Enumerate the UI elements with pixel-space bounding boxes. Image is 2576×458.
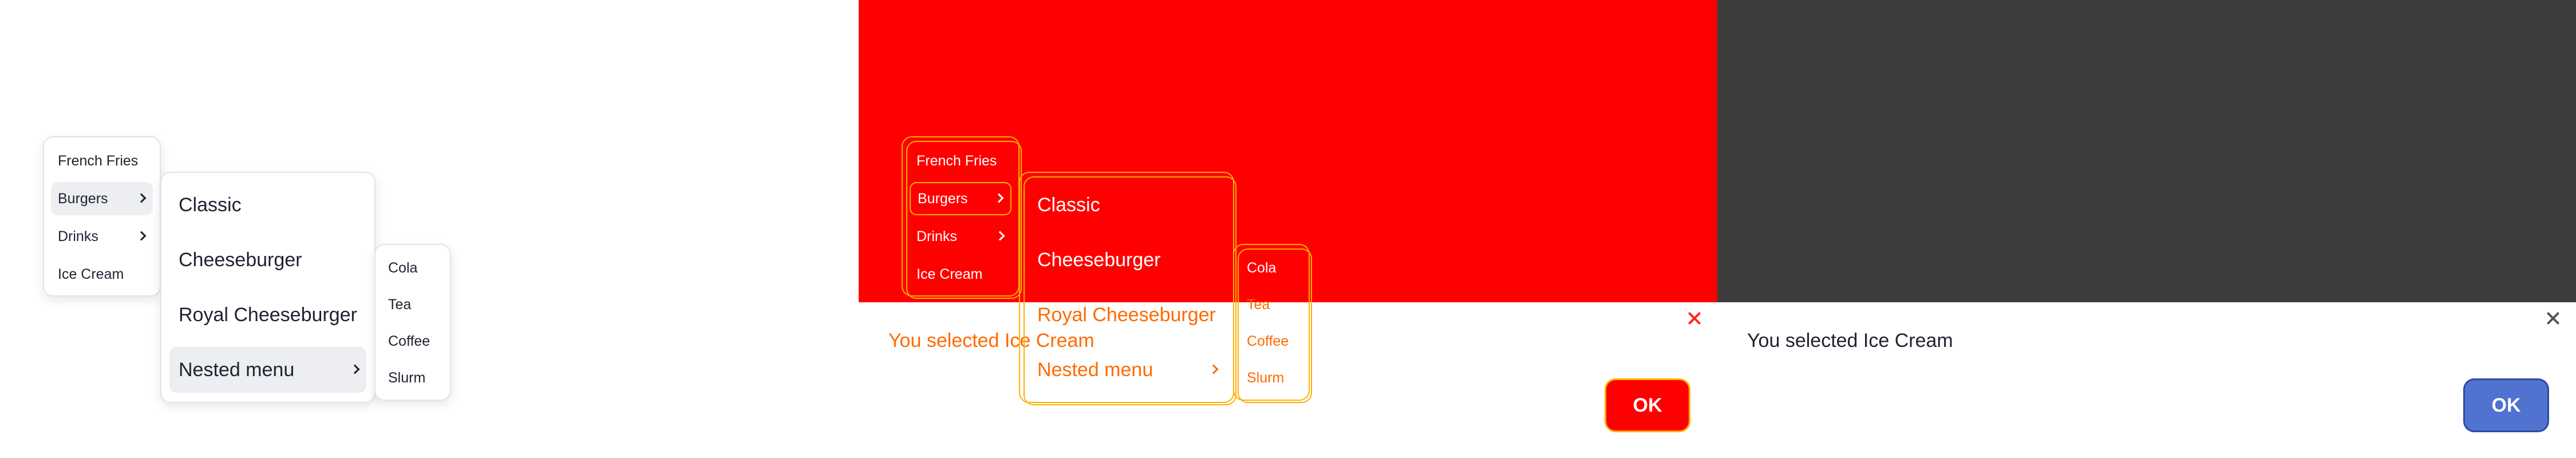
chevron-right-icon xyxy=(1208,364,1219,374)
menu-item-label: French Fries xyxy=(58,152,139,169)
submenu-item-label: Slurm xyxy=(1247,369,1285,386)
submenu-item-coffee[interactable]: Coffee xyxy=(1240,325,1303,357)
drinks-submenu: Cola Tea Coffee Slurm xyxy=(1233,244,1312,403)
menu-item-french-fries[interactable]: French Fries xyxy=(910,144,1012,177)
light-theme-panel: French Fries Burgers Drinks Ice Cream Cl… xyxy=(0,0,859,458)
submenu-item-label: Tea xyxy=(388,296,412,313)
submenu-item-royal-cheeseburger[interactable]: Royal Cheeseburger xyxy=(169,292,366,338)
menu-item-label: Burgers xyxy=(58,190,108,207)
chevron-right-icon xyxy=(995,231,1005,241)
submenu-item-classic[interactable]: Classic xyxy=(1028,182,1225,228)
submenu-item-label: Slurm xyxy=(388,369,426,386)
main-menu: French Fries Burgers Drinks Ice Cream xyxy=(902,136,1022,299)
submenu-item-nested-menu[interactable]: Nested menu xyxy=(1028,347,1225,393)
menu-item-ice-cream[interactable]: Ice Cream xyxy=(51,258,153,291)
chevron-right-icon xyxy=(136,193,147,203)
menu-item-label: Drinks xyxy=(58,228,98,244)
menu-item-label: Drinks xyxy=(916,228,957,244)
submenu-item-coffee[interactable]: Coffee xyxy=(381,325,444,357)
menu-item-label: Ice Cream xyxy=(916,266,983,282)
submenu-item-label: Royal Cheeseburger xyxy=(1037,303,1216,326)
chevron-right-icon xyxy=(136,231,147,241)
submenu-item-label: Cheeseburger xyxy=(1037,248,1161,271)
submenu-item-label: Royal Cheeseburger xyxy=(179,303,357,326)
submenu-item-label: Nested menu xyxy=(179,358,295,381)
submenu-item-label: Cola xyxy=(388,259,418,276)
submenu-item-tea[interactable]: Tea xyxy=(1240,289,1303,321)
submenu-item-cheeseburger[interactable]: Cheeseburger xyxy=(1028,237,1225,283)
ok-button[interactable]: OK xyxy=(2465,380,2547,431)
submenu-item-label: Tea xyxy=(1247,296,1270,313)
burgers-submenu: Classic Cheeseburger Royal Cheeseburger … xyxy=(1019,172,1236,405)
submenu-item-label: Coffee xyxy=(1247,333,1289,349)
submenu-item-label: Classic xyxy=(1037,194,1100,216)
submenu-item-slurm[interactable]: Slurm xyxy=(1240,362,1303,394)
submenu-item-tea[interactable]: Tea xyxy=(381,289,444,321)
submenu-item-slurm[interactable]: Slurm xyxy=(381,362,444,394)
submenu-item-cola[interactable]: Cola xyxy=(1240,252,1303,284)
submenu-item-label: Cheeseburger xyxy=(179,248,302,271)
ok-button[interactable]: OK xyxy=(1606,380,1689,431)
submenu-item-royal-cheeseburger[interactable]: Royal Cheeseburger xyxy=(1028,292,1225,338)
dark-theme-panel: You selected Ice Cream OK xyxy=(1717,0,2576,458)
burgers-submenu: Classic Cheeseburger Royal Cheeseburger … xyxy=(160,172,376,403)
high-contrast-panel: You selected Ice Cream OK French Fries B… xyxy=(859,0,1717,458)
submenu-item-nested-menu[interactable]: Nested menu xyxy=(169,347,366,393)
submenu-item-label: Coffee xyxy=(388,333,430,349)
close-icon[interactable] xyxy=(1686,310,1702,326)
close-icon[interactable] xyxy=(2545,310,2561,326)
chevron-right-icon xyxy=(994,193,1004,203)
selection-dialog: You selected Ice Cream OK xyxy=(1717,302,2576,458)
menu-item-label: Burgers xyxy=(918,190,968,207)
menu-item-drinks[interactable]: Drinks xyxy=(910,220,1012,253)
menu-item-burgers[interactable]: Burgers xyxy=(51,182,153,215)
menu-item-french-fries[interactable]: French Fries xyxy=(51,144,153,177)
drinks-submenu: Cola Tea Coffee Slurm xyxy=(374,244,451,401)
submenu-item-cola[interactable]: Cola xyxy=(381,252,444,284)
submenu-item-label: Classic xyxy=(179,194,242,216)
menu-item-drinks[interactable]: Drinks xyxy=(51,220,153,253)
submenu-item-classic[interactable]: Classic xyxy=(169,182,366,228)
menu-item-label: Ice Cream xyxy=(58,266,124,282)
menu-item-ice-cream[interactable]: Ice Cream xyxy=(910,258,1012,291)
chevron-right-icon xyxy=(350,364,360,374)
menu-item-burgers[interactable]: Burgers xyxy=(910,182,1012,215)
submenu-item-label: Cola xyxy=(1247,259,1277,276)
submenu-item-cheeseburger[interactable]: Cheeseburger xyxy=(169,237,366,283)
main-menu: French Fries Burgers Drinks Ice Cream xyxy=(43,136,161,297)
submenu-item-label: Nested menu xyxy=(1037,358,1153,381)
dialog-message: You selected Ice Cream xyxy=(1747,330,1953,352)
menu-item-label: French Fries xyxy=(916,152,997,169)
